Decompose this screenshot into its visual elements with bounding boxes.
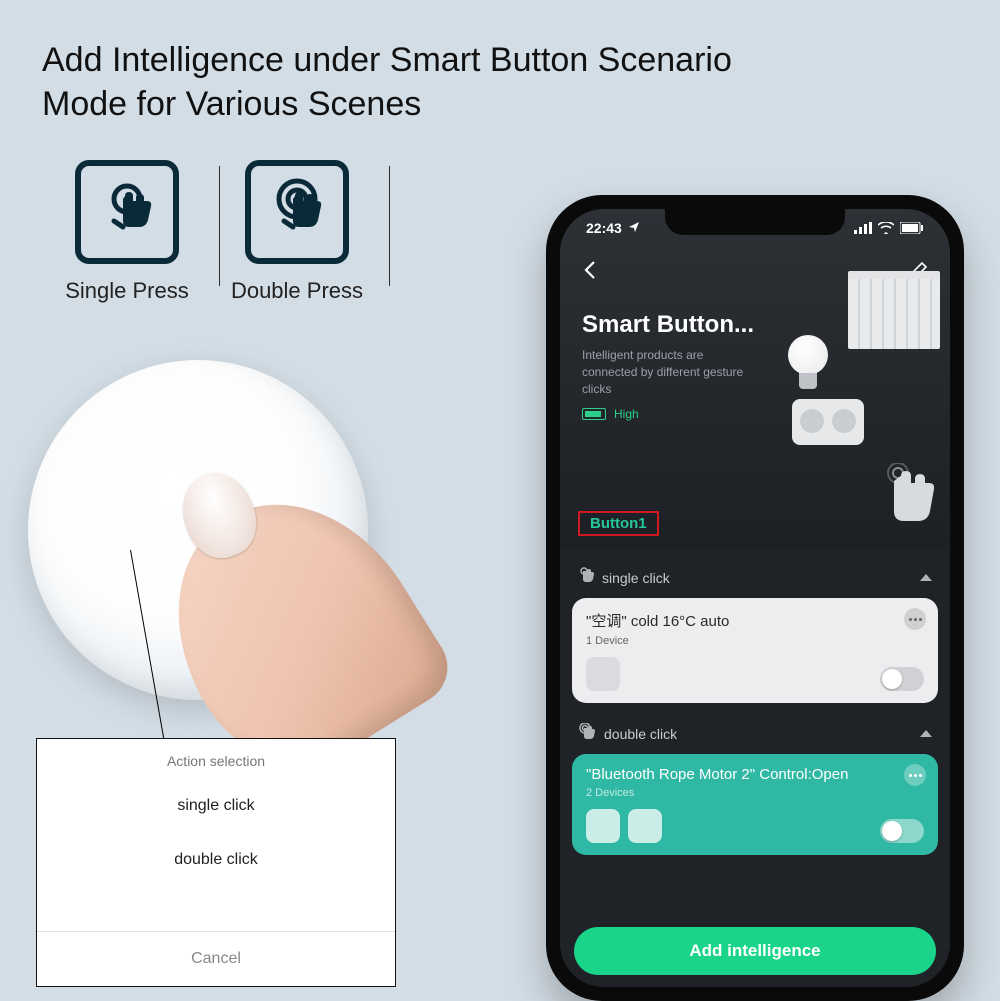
device-thumb — [586, 809, 620, 843]
bulb-illustration — [788, 335, 828, 391]
action-sheet-title: Action selection — [37, 739, 395, 779]
action-selection-sheet: Action selection single click double cli… — [36, 738, 396, 987]
hand-illustration — [874, 463, 934, 543]
more-icon[interactable] — [904, 608, 926, 630]
location-icon — [628, 220, 640, 236]
single-click-card[interactable]: "空调" cold 16°C auto 1 Device — [572, 598, 938, 703]
single-click-toggle[interactable] — [880, 667, 924, 691]
device-hero: Smart Button... Intelligent products are… — [560, 209, 950, 549]
battery-level-icon — [582, 408, 606, 420]
actions-list: single click "空调" cold 16°C auto 1 Devic… — [560, 549, 950, 987]
curtain-illustration — [848, 271, 940, 349]
double-press-col: Double Press — [212, 160, 382, 304]
tab-button1[interactable]: Button1 — [578, 511, 659, 536]
single-press-label: Single Press — [65, 278, 189, 304]
battery-label: High — [614, 407, 639, 421]
card-title: "空调" cold 16°C auto — [586, 610, 924, 631]
double-press-label: Double Press — [231, 278, 363, 304]
card-title: "Bluetooth Rope Motor 2" Control:Open — [586, 766, 924, 783]
action-cancel[interactable]: Cancel — [37, 932, 395, 986]
device-thumb — [628, 809, 662, 843]
device-subtitle: Intelligent products are connected by di… — [582, 347, 752, 397]
double-press-icon — [245, 160, 349, 264]
card-subtitle: 1 Device — [586, 635, 924, 647]
chevron-up-icon — [920, 730, 932, 737]
add-intelligence-button[interactable]: Add intelligence — [574, 927, 936, 975]
wifi-icon — [878, 222, 894, 234]
device-battery: High — [582, 407, 928, 421]
phone-frame: 22:43 — [546, 195, 964, 1001]
action-single-click[interactable]: single click — [37, 779, 395, 833]
tap-icon — [578, 567, 594, 588]
single-press-icon — [75, 160, 179, 264]
section-label: single click — [602, 570, 670, 586]
more-icon[interactable] — [904, 764, 926, 786]
plug-illustration — [792, 399, 864, 445]
double-click-toggle[interactable] — [880, 819, 924, 843]
card-subtitle: 2 Devices — [586, 787, 924, 799]
section-label: double click — [604, 726, 677, 742]
section-single-click[interactable]: single click — [572, 561, 938, 598]
status-time: 22:43 — [586, 220, 622, 236]
double-tap-icon — [578, 723, 596, 744]
single-press-col: Single Press — [42, 160, 212, 304]
back-button[interactable] — [582, 260, 596, 286]
spacer — [37, 887, 395, 931]
phone-screen: 22:43 — [560, 209, 950, 987]
device-thumb — [586, 657, 620, 691]
divider — [389, 166, 390, 286]
signal-icon — [854, 222, 872, 234]
press-icons-row: Single Press Double Press — [42, 160, 382, 304]
page-headline: Add Intelligence under Smart Button Scen… — [42, 38, 762, 126]
section-double-click[interactable]: double click — [572, 717, 938, 754]
battery-icon — [900, 222, 924, 234]
phone-notch — [665, 209, 845, 235]
chevron-up-icon — [920, 574, 932, 581]
double-click-card[interactable]: "Bluetooth Rope Motor 2" Control:Open 2 … — [572, 754, 938, 855]
action-double-click[interactable]: double click — [37, 833, 395, 887]
